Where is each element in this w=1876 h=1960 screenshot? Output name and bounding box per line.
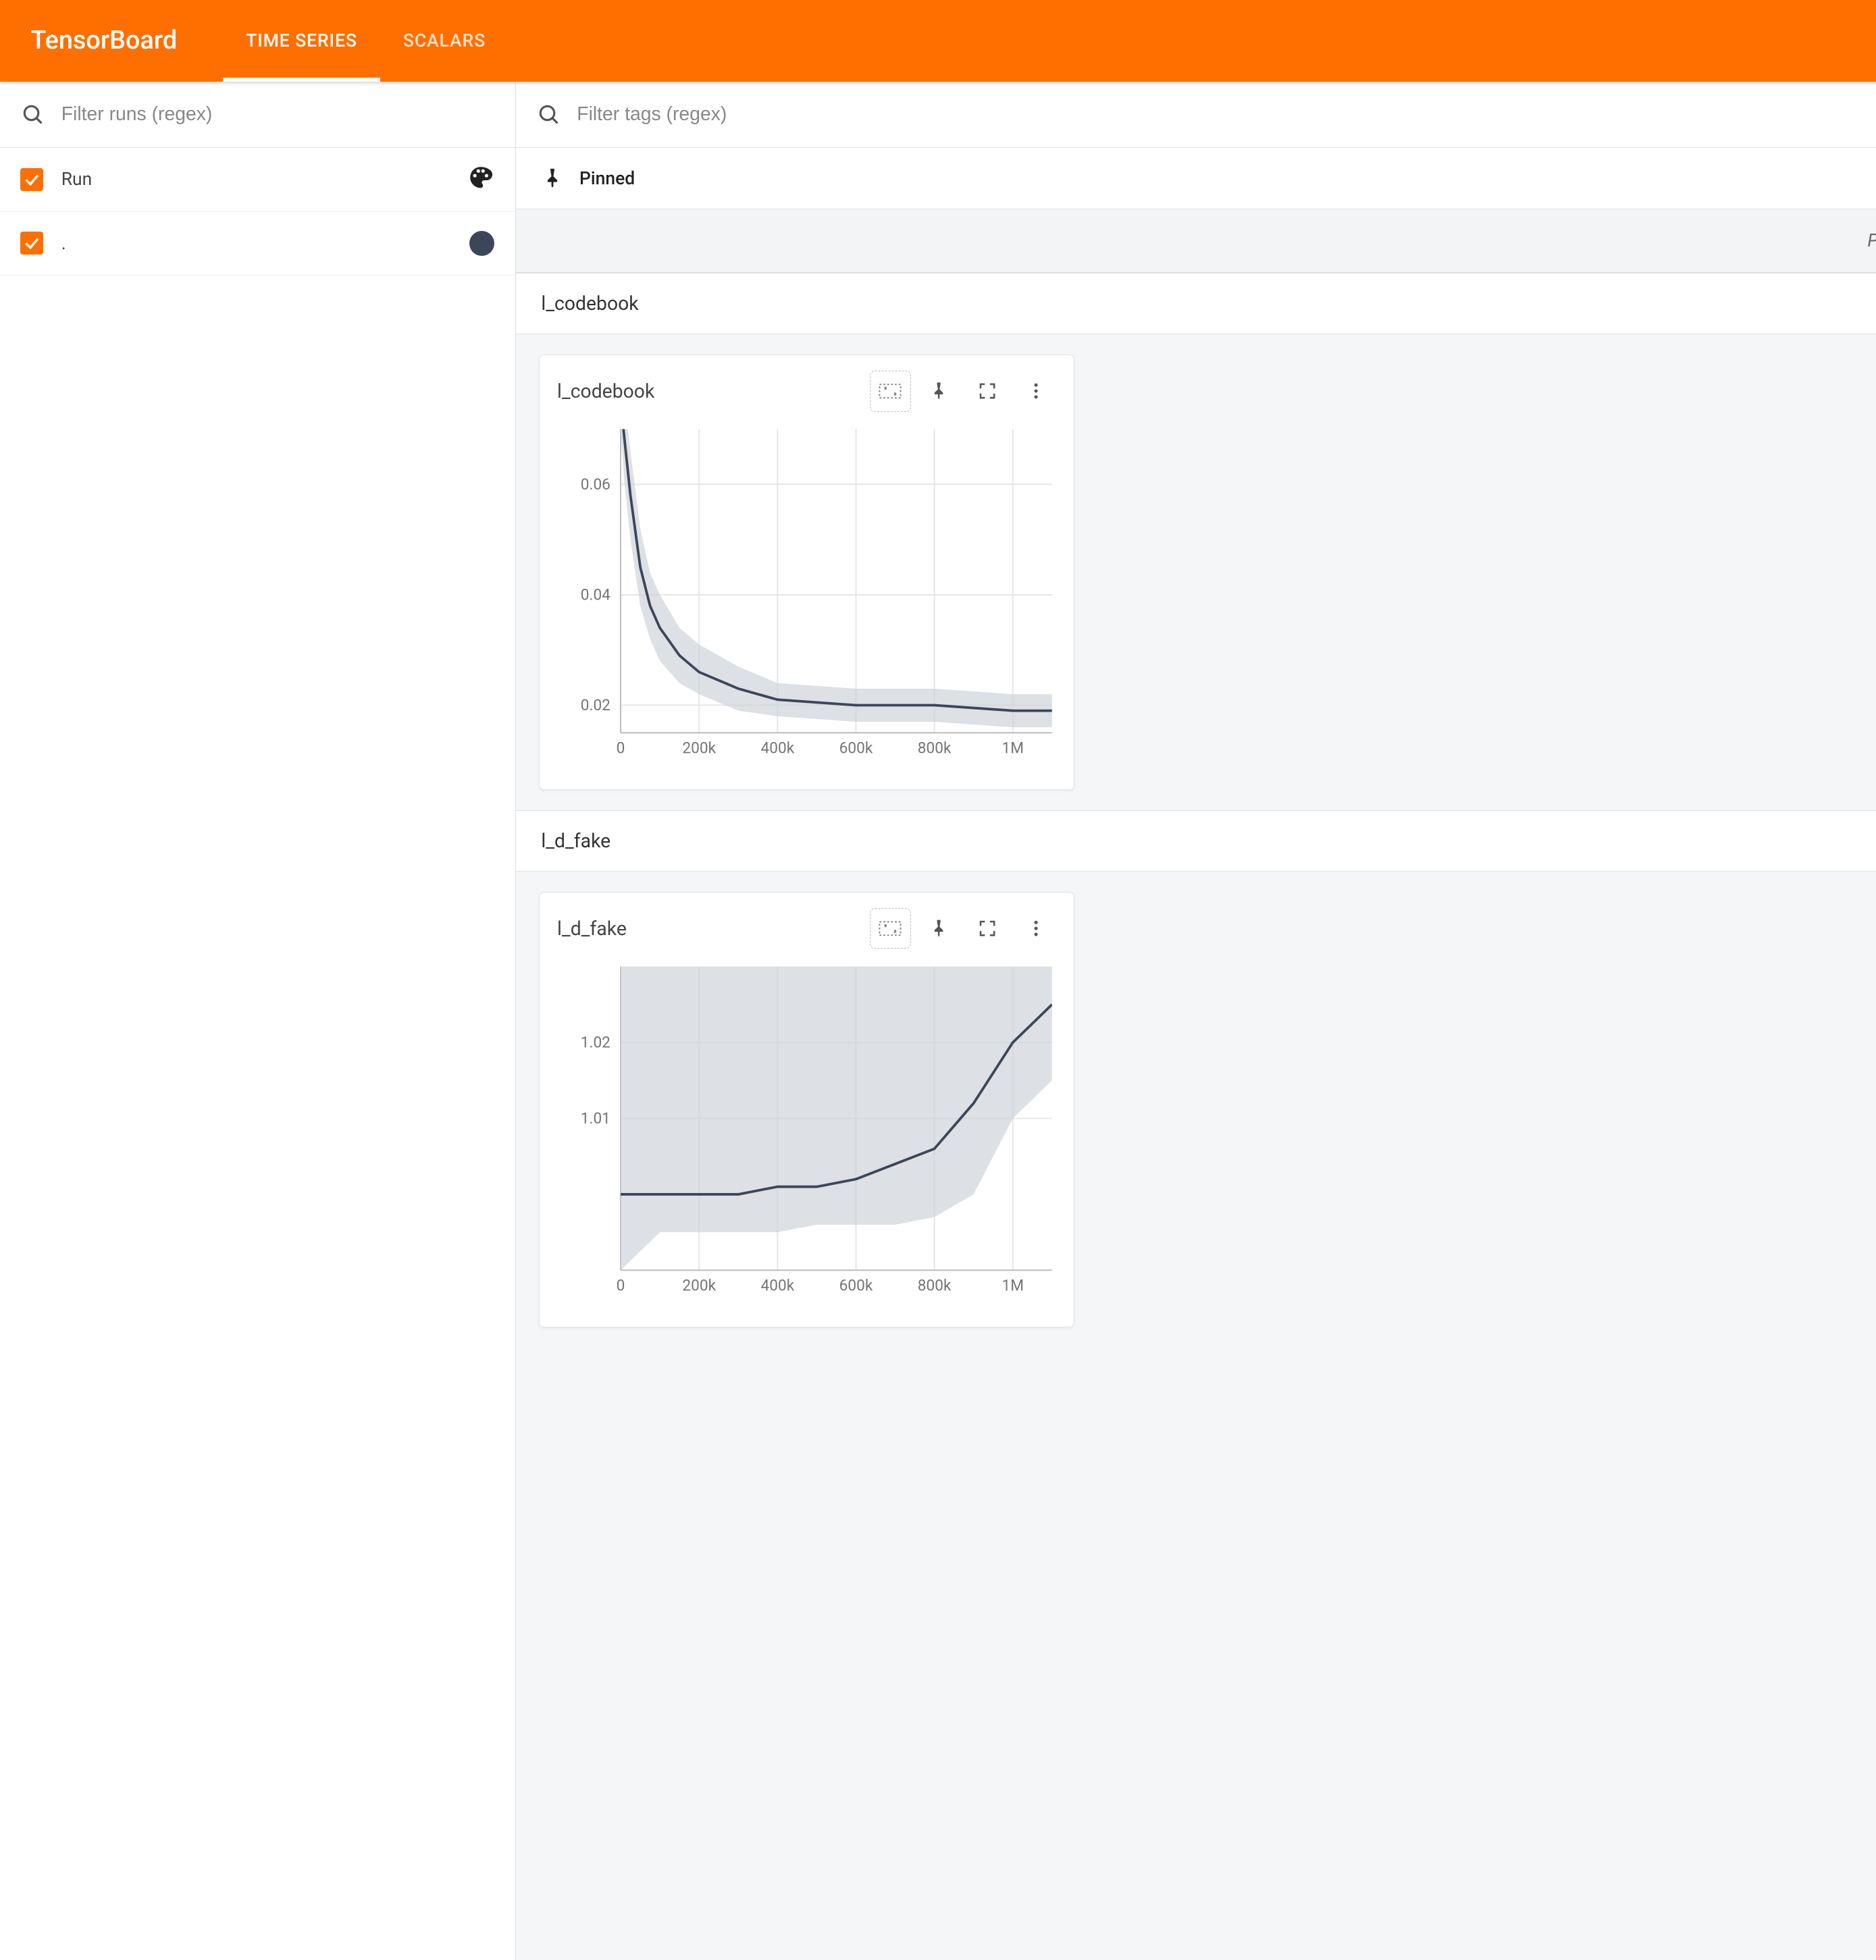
pin-card-button[interactable] xyxy=(918,371,959,411)
fullscreen-button[interactable] xyxy=(967,371,1008,411)
svg-text:600k: 600k xyxy=(839,739,873,758)
section-header[interactable]: l_d_fake xyxy=(516,810,1876,872)
palette-icon[interactable] xyxy=(467,163,495,196)
tab-scalars[interactable]: SCALARS xyxy=(380,0,509,82)
svg-text:800k: 800k xyxy=(918,739,952,758)
filter-tags-input[interactable] xyxy=(577,103,1876,126)
section-header[interactable]: l_codebook xyxy=(516,273,1876,334)
svg-text:0.02: 0.02 xyxy=(581,696,610,714)
run-color-swatch[interactable] xyxy=(469,231,495,257)
select-all-runs-checkbox[interactable] xyxy=(20,168,43,191)
svg-text:400k: 400k xyxy=(761,1277,795,1295)
card-title: l_d_fake xyxy=(557,918,862,940)
pin-card-button[interactable] xyxy=(918,908,959,949)
chart[interactable]: 0 200k 400k 600k 800k 1M 1.01 1.02 xyxy=(540,957,1074,1327)
svg-text:1.02: 1.02 xyxy=(581,1034,610,1052)
app-header: TensorBoard TIME SERIES SCALARS xyxy=(0,0,1876,82)
section-title: l_d_fake xyxy=(541,830,610,852)
card-header: l_codebook xyxy=(540,355,1074,419)
run-checkbox[interactable] xyxy=(20,232,43,255)
search-icon xyxy=(536,102,562,128)
tab-label: TIME SERIES xyxy=(246,30,357,51)
svg-text:1M: 1M xyxy=(1002,739,1024,758)
svg-text:0: 0 xyxy=(617,739,625,758)
cards-area: l_d_fake xyxy=(516,872,1876,1348)
svg-text:200k: 200k xyxy=(683,1277,716,1295)
run-row[interactable]: . xyxy=(0,212,515,276)
chart[interactable]: 0 200k 400k 600k 800k 1M 0.02 0.04 0.06 xyxy=(540,419,1074,789)
tab-label: SCALARS xyxy=(403,30,486,51)
svg-text:0.04: 0.04 xyxy=(581,586,610,604)
fit-domain-button[interactable] xyxy=(870,371,910,411)
filter-runs-input[interactable] xyxy=(61,103,495,126)
card-header: l_d_fake xyxy=(540,893,1074,956)
cards-area: l_codebook xyxy=(516,334,1876,810)
svg-text:0: 0 xyxy=(617,1277,625,1295)
filter-tags-row xyxy=(516,82,1876,148)
svg-text:200k: 200k xyxy=(683,739,716,758)
scalar-card: l_d_fake xyxy=(539,892,1075,1327)
svg-text:400k: 400k xyxy=(761,739,795,758)
more-menu-button[interactable] xyxy=(1015,371,1056,411)
runs-column-label: Run xyxy=(61,169,449,190)
pinned-empty-message: Pin cards for a quick view and compariso… xyxy=(516,209,1876,273)
more-menu-button[interactable] xyxy=(1015,908,1056,949)
fit-domain-button[interactable] xyxy=(870,908,910,949)
filter-runs-row xyxy=(0,82,515,148)
svg-text:600k: 600k xyxy=(839,1277,873,1295)
section-title: l_codebook xyxy=(541,292,638,315)
runs-sidebar: Run . xyxy=(0,82,516,1960)
pinned-section-header[interactable]: Pinned xyxy=(516,148,1876,209)
svg-text:1M: 1M xyxy=(1002,1277,1024,1295)
pinned-label: Pinned xyxy=(579,168,635,189)
svg-text:1.01: 1.01 xyxy=(581,1109,610,1128)
svg-text:0.06: 0.06 xyxy=(581,475,610,494)
runs-header: Run xyxy=(0,148,515,212)
card-title: l_codebook xyxy=(557,380,862,402)
pin-icon xyxy=(541,167,564,190)
scalar-card: l_codebook xyxy=(539,354,1075,790)
tab-time-series[interactable]: TIME SERIES xyxy=(223,0,380,82)
header-tabs: TIME SERIES SCALARS xyxy=(223,0,509,82)
main-panel: Pinned Pin cards for a quick view and co… xyxy=(516,82,1876,1960)
search-icon xyxy=(20,102,46,128)
run-name: . xyxy=(61,233,451,254)
brand: TensorBoard xyxy=(30,26,177,55)
fullscreen-button[interactable] xyxy=(967,908,1008,949)
svg-text:800k: 800k xyxy=(918,1277,952,1295)
